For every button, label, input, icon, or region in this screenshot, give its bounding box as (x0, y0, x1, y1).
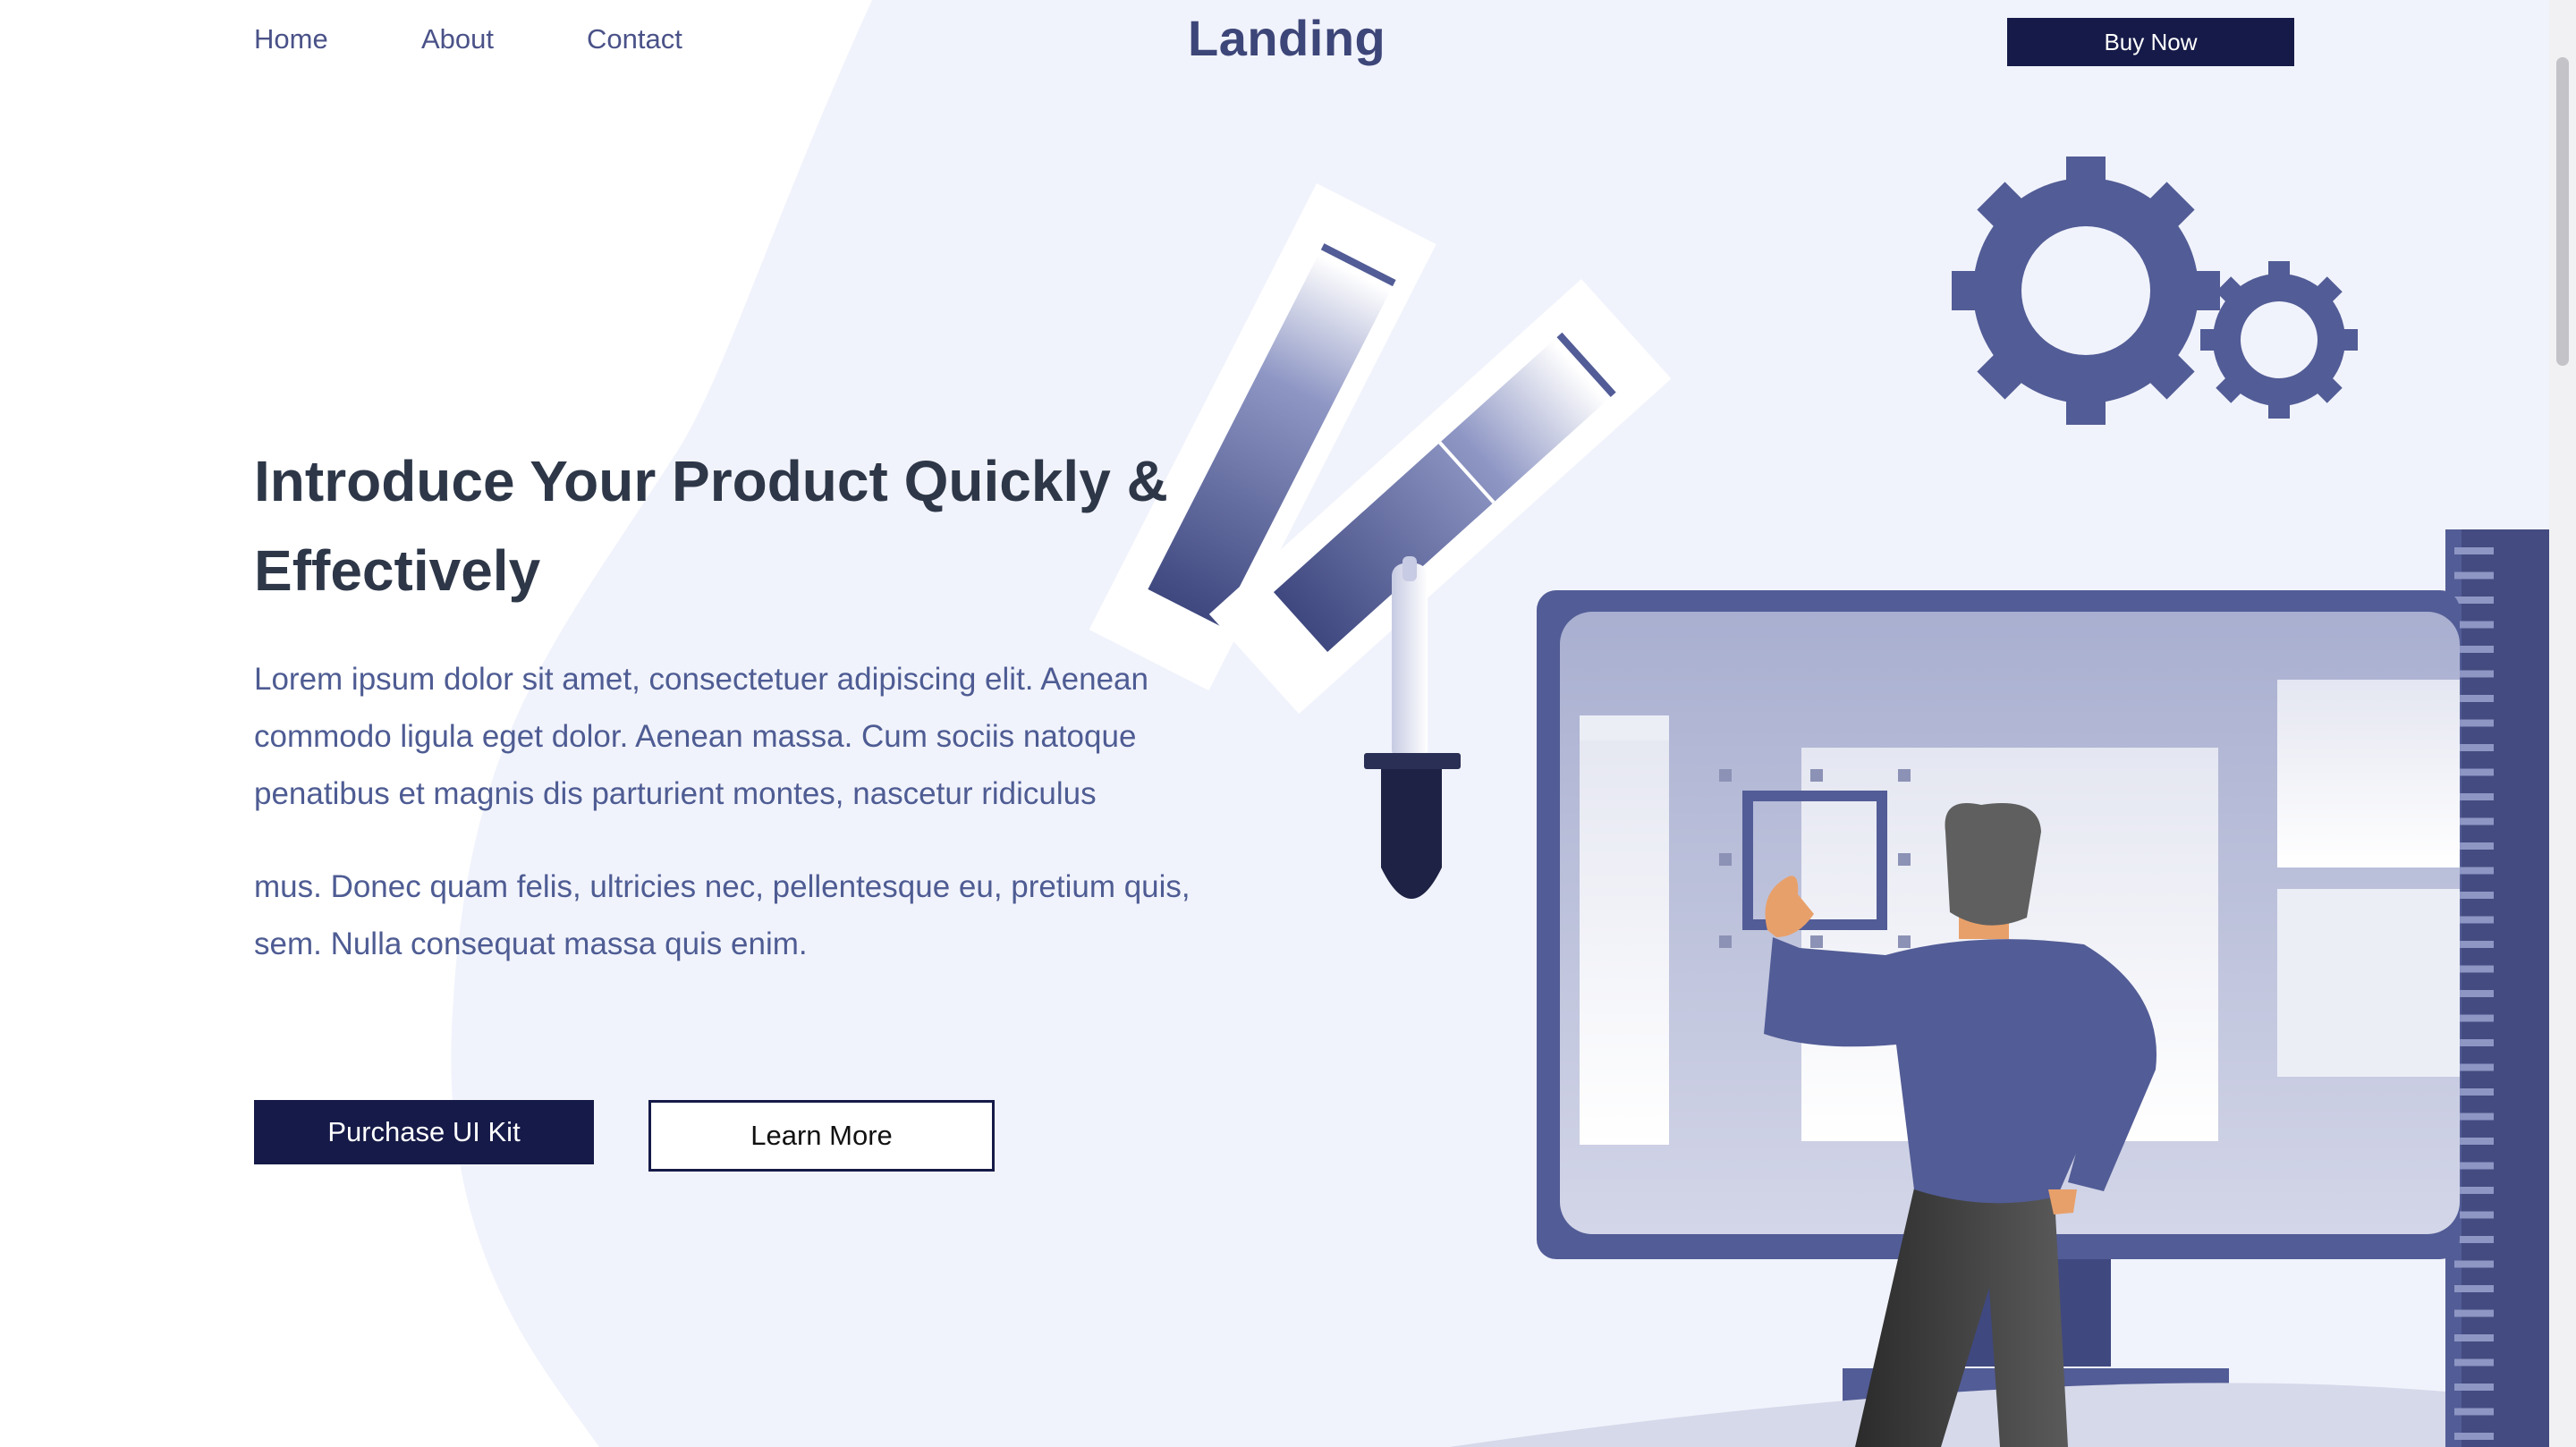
gear-icon (1952, 157, 2358, 425)
ruler (2445, 529, 2549, 1447)
hero-paragraph-continued: mus. Donec quam felis, ultricies nec, pe… (254, 869, 1191, 961)
scrollbar-thumb[interactable] (2556, 57, 2569, 366)
purchase-ui-kit-button[interactable]: Purchase UI Kit (254, 1100, 594, 1164)
learn-more-button[interactable]: Learn More (648, 1100, 995, 1172)
hero-paragraph: Lorem ipsum dolor sit amet, consectetuer… (254, 662, 1148, 811)
scrollbar[interactable] (2549, 0, 2576, 1447)
hero-title: Introduce Your Product Quickly & Effecti… (254, 449, 1168, 603)
brand-logo[interactable]: Landing (1188, 9, 1385, 67)
buy-now-button[interactable]: Buy Now (2007, 18, 2294, 66)
